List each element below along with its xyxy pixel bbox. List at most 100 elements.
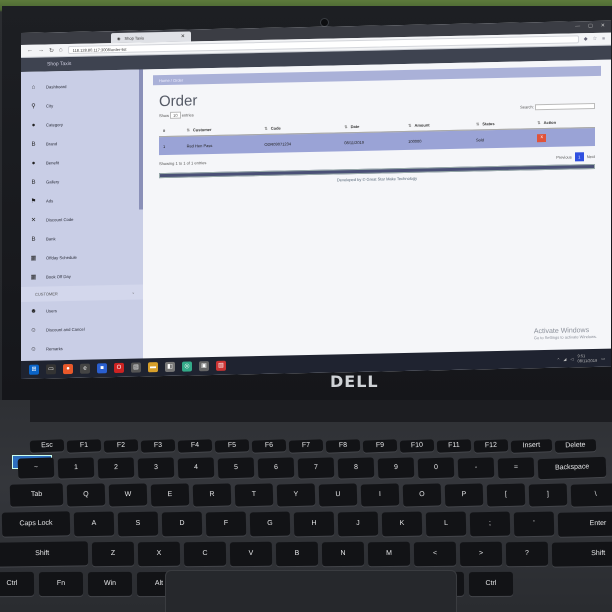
key[interactable]: Caps Lock [1, 511, 71, 537]
key[interactable]: Fn [38, 571, 84, 597]
minimize-icon[interactable]: — [575, 23, 580, 29]
extension-icon[interactable]: ◆ [584, 36, 588, 42]
clock[interactable]: 9:51 08/11/2019 [577, 353, 597, 363]
sidebar-item-city[interactable]: ⚲ City [21, 94, 143, 116]
key[interactable]: H [293, 511, 335, 537]
folder-icon[interactable]: ▬ [148, 362, 158, 373]
key[interactable]: 7 [297, 457, 335, 479]
key[interactable]: N [322, 541, 365, 567]
sidebar-item-offday-schedule[interactable]: ▦ Offday Schedule [21, 246, 143, 268]
column-header[interactable]: # [159, 124, 183, 137]
sidebar-item-ads[interactable]: ⚑ Ads [21, 189, 143, 211]
key[interactable]: Shift [552, 541, 612, 567]
forward-icon[interactable]: → [38, 48, 44, 54]
sidebar-item-users[interactable]: ☻ Users [21, 299, 143, 321]
sidebar-item-bank[interactable]: B Bank [21, 227, 143, 249]
key[interactable]: F6 [251, 439, 287, 453]
network-icon[interactable]: ◢ [563, 356, 566, 361]
key[interactable]: G [249, 511, 291, 537]
key[interactable]: Shift [0, 541, 89, 567]
key[interactable]: Delete [554, 439, 596, 453]
key[interactable]: S [117, 511, 159, 537]
key[interactable]: Ctrl [0, 571, 35, 597]
edge-icon[interactable]: e [80, 363, 90, 374]
next-button[interactable]: Next [587, 154, 595, 159]
sidebar-scrollbar[interactable] [139, 69, 143, 210]
key[interactable]: Tab [9, 483, 64, 507]
key[interactable]: C [184, 541, 227, 567]
key[interactable]: F3 [140, 439, 176, 453]
sidebar-item-gallery[interactable]: B Gallery [21, 170, 143, 192]
key[interactable]: ] [528, 483, 568, 507]
key[interactable]: ' [513, 511, 555, 537]
notification-icon[interactable]: ▭ [601, 355, 605, 360]
key[interactable]: E [150, 483, 190, 507]
key[interactable]: > [460, 541, 503, 567]
key[interactable]: Win [87, 571, 133, 597]
task-view-icon[interactable]: ▭ [46, 364, 56, 375]
key[interactable]: W [108, 483, 148, 507]
sidebar-item-brand[interactable]: B Brand [21, 132, 143, 154]
key[interactable]: Esc [29, 439, 65, 453]
key[interactable]: F2 [103, 439, 139, 453]
key[interactable]: L [425, 511, 467, 537]
home-icon[interactable]: ⌂ [59, 47, 63, 53]
chevron-up-icon[interactable]: ^ [557, 356, 559, 361]
key[interactable]: P [444, 483, 484, 507]
key[interactable]: F [205, 511, 247, 537]
key[interactable]: < [414, 541, 457, 567]
key[interactable]: 5 [217, 457, 255, 479]
key[interactable]: K [381, 511, 423, 537]
key[interactable]: F11 [436, 439, 472, 453]
key[interactable]: X [138, 541, 181, 567]
key[interactable]: Backspace [537, 456, 607, 480]
key[interactable]: F1 [66, 439, 102, 453]
key[interactable]: D [161, 511, 203, 537]
key[interactable]: R [192, 483, 232, 507]
key[interactable]: 9 [377, 457, 415, 479]
key[interactable]: I [360, 483, 400, 507]
app-icon[interactable]: ▣ [199, 361, 209, 372]
app-icon[interactable]: ▤ [131, 362, 141, 373]
key[interactable]: ? [506, 541, 549, 567]
sidebar-item-discount-and-cancel[interactable]: ☺ Discount and Cancel [21, 318, 143, 340]
key[interactable]: Z [92, 541, 135, 567]
key[interactable]: F8 [325, 439, 361, 453]
key[interactable]: Y [276, 483, 316, 507]
close-window-icon[interactable]: ✕ [601, 23, 605, 29]
key[interactable]: U [318, 483, 358, 507]
key[interactable]: - [457, 457, 495, 479]
reload-icon[interactable]: ↻ [49, 47, 54, 54]
maximize-icon[interactable]: ▢ [588, 23, 593, 29]
key[interactable]: T [234, 483, 274, 507]
windows-start-icon[interactable]: ⊞ [29, 364, 39, 375]
key[interactable]: F4 [177, 439, 213, 453]
sidebar-item-discount-code[interactable]: ✕ Discount Code [21, 208, 143, 230]
firefox-icon[interactable]: ● [63, 363, 73, 375]
key[interactable]: F7 [288, 439, 324, 453]
sidebar-item-remarks[interactable]: ☺ Remarks [21, 337, 143, 359]
key[interactable]: V [230, 541, 273, 567]
key[interactable]: ; [469, 511, 511, 537]
app-icon[interactable]: ▥ [216, 360, 226, 371]
entries-select[interactable]: 10 [170, 111, 181, 119]
sidebar-item-benefit[interactable]: ● Benefit [21, 151, 143, 173]
key[interactable]: J [337, 511, 379, 537]
page-button-current[interactable]: 1 [574, 152, 584, 162]
key[interactable]: \ [570, 483, 612, 507]
sidebar-item-category[interactable]: ● Category [21, 113, 143, 135]
key[interactable]: M [368, 541, 411, 567]
key[interactable]: 6 [257, 457, 295, 479]
bookmark-icon[interactable]: ☆ [593, 36, 597, 42]
touchpad[interactable] [165, 570, 457, 612]
key[interactable]: F5 [214, 439, 250, 453]
delete-button[interactable]: x [537, 133, 547, 143]
key[interactable]: Enter [557, 511, 612, 537]
close-icon[interactable]: ✕ [181, 34, 185, 40]
key[interactable]: 4 [177, 457, 215, 479]
sidebar-item-book-off-day[interactable]: ▦ Book Off Day [21, 265, 143, 287]
app-brand[interactable]: Shop Taxis [47, 61, 71, 68]
volume-icon[interactable]: ◁ [570, 356, 573, 361]
menu-icon[interactable]: ≡ [602, 36, 605, 42]
back-icon[interactable]: ← [27, 48, 33, 54]
